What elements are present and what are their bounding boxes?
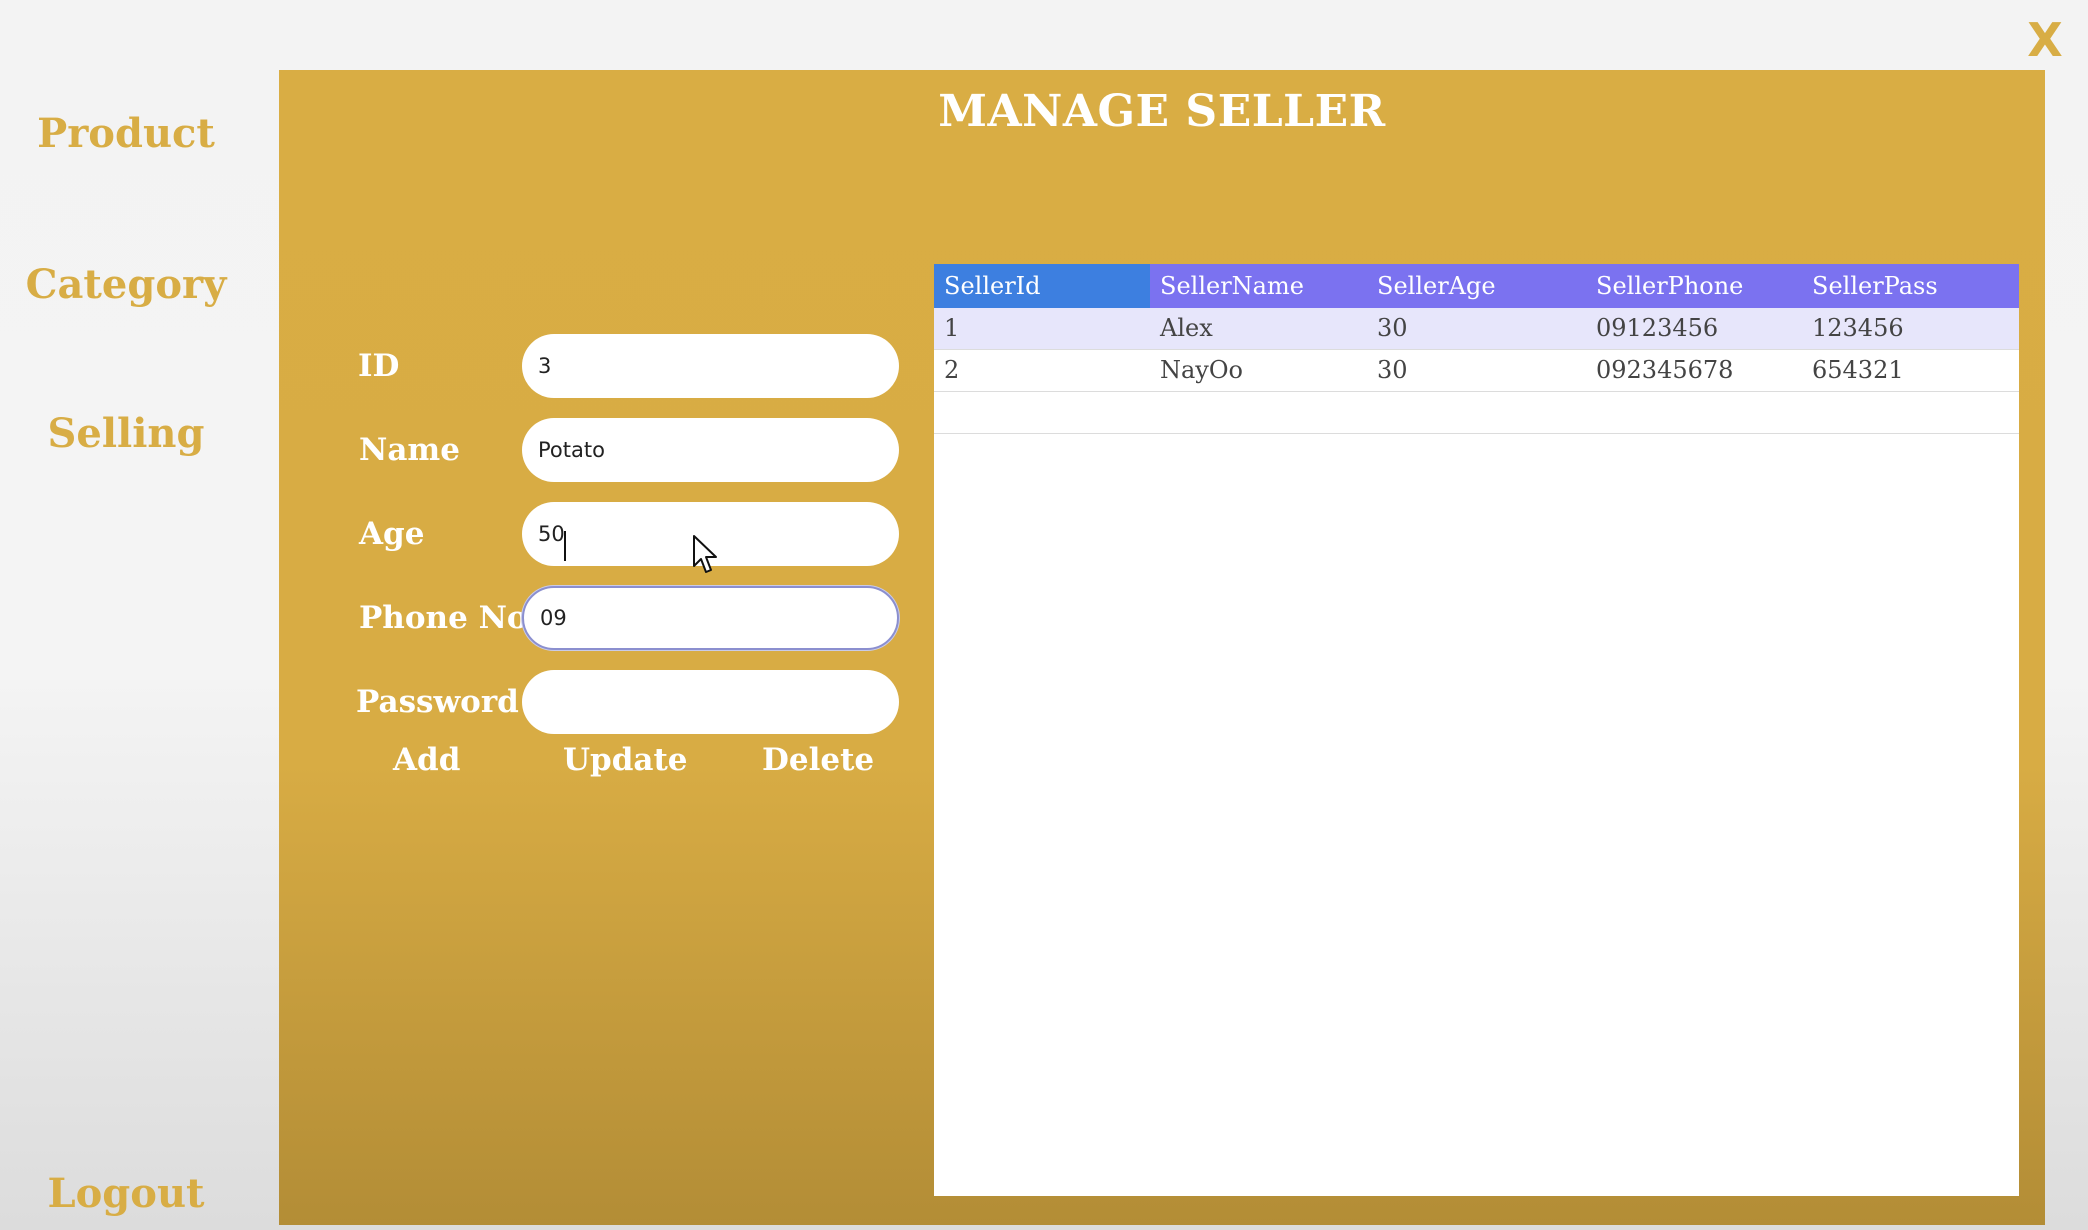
name-input[interactable] <box>522 418 899 482</box>
table-cell: 2 <box>944 356 960 384</box>
seller-table[interactable]: SellerId SellerName SellerAge SellerPhon… <box>934 264 2019 1196</box>
phone-label: Phone No <box>359 600 528 636</box>
sidebar-item-category[interactable]: Category <box>0 261 252 308</box>
column-header-sellerphone[interactable]: SellerPhone <box>1586 264 1802 308</box>
table-header: SellerId SellerName SellerAge SellerPhon… <box>934 264 2019 308</box>
table-row[interactable]: 2 NayOo 30 092345678 654321 <box>934 350 2019 392</box>
column-header-sellername[interactable]: SellerName <box>1150 264 1367 308</box>
sidebar-item-selling[interactable]: Selling <box>0 410 252 457</box>
column-header-sellerpass[interactable]: SellerPass <box>1802 264 2019 308</box>
close-button[interactable]: X <box>2025 14 2065 66</box>
id-input[interactable] <box>522 334 899 398</box>
delete-button[interactable]: Delete <box>762 742 874 778</box>
password-label: Password <box>356 684 519 720</box>
mouse-cursor-icon <box>693 535 717 573</box>
table-row[interactable]: 1 Alex 30 09123456 123456 <box>934 308 2019 350</box>
page-title: MANAGE SELLER <box>938 86 1386 137</box>
table-cell: 30 <box>1377 356 1408 384</box>
update-button[interactable]: Update <box>563 742 688 778</box>
column-header-sellerage[interactable]: SellerAge <box>1367 264 1586 308</box>
id-label: ID <box>358 348 400 384</box>
logout-button[interactable]: Logout <box>0 1170 252 1217</box>
add-button[interactable]: Add <box>393 742 460 778</box>
column-header-sellerid[interactable]: SellerId <box>934 264 1150 308</box>
table-cell: 30 <box>1377 314 1408 342</box>
phone-input[interactable] <box>522 586 899 650</box>
age-label: Age <box>359 516 425 552</box>
table-cell: Alex <box>1160 314 1213 342</box>
name-label: Name <box>359 432 460 468</box>
table-row-new[interactable] <box>934 392 2019 434</box>
table-cell: 09123456 <box>1596 314 1719 342</box>
table-cell: 092345678 <box>1596 356 1734 384</box>
table-cell: 654321 <box>1812 356 1904 384</box>
main-panel: MANAGE SELLER ID Name Age Phone No Passw… <box>279 70 2045 1225</box>
table-cell: NayOo <box>1160 356 1243 384</box>
text-caret <box>564 531 566 561</box>
sidebar-item-product[interactable]: Product <box>0 110 252 157</box>
table-cell: 1 <box>944 314 960 342</box>
table-cell: 123456 <box>1812 314 1904 342</box>
password-input[interactable] <box>522 670 899 734</box>
